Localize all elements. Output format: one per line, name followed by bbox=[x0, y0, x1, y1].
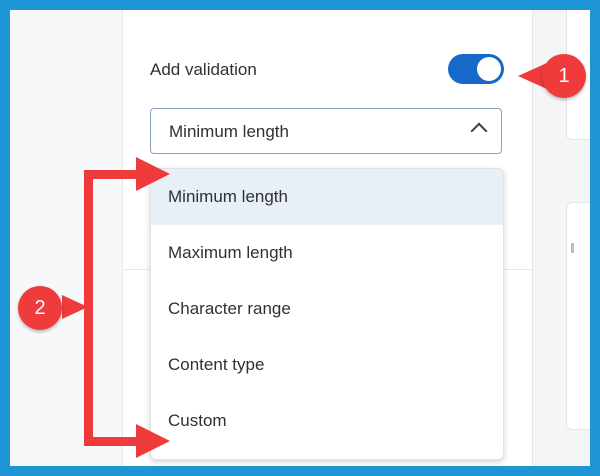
screenshot-frame: Add validation Minimum length Minimum le… bbox=[0, 0, 600, 476]
left-gutter bbox=[10, 10, 122, 466]
option-label: Character range bbox=[168, 299, 291, 318]
validation-type-menu: Minimum length Maximum length Character … bbox=[150, 168, 504, 460]
card-marker-icon bbox=[571, 243, 574, 253]
callout-2-pointer-icon bbox=[62, 295, 88, 319]
menu-option-content-type[interactable]: Content type bbox=[151, 337, 503, 393]
arrow-right-icon bbox=[136, 424, 170, 458]
arrow-right-icon bbox=[136, 157, 170, 191]
option-label: Minimum length bbox=[168, 187, 288, 206]
validation-type-select[interactable]: Minimum length bbox=[150, 108, 502, 154]
callout-1-badge: 1 bbox=[542, 54, 586, 98]
menu-option-minimum-length[interactable]: Minimum length bbox=[151, 169, 503, 225]
toggle-knob bbox=[477, 57, 501, 81]
select-value: Minimum length bbox=[169, 122, 289, 141]
menu-option-custom[interactable]: Custom bbox=[151, 393, 503, 449]
menu-option-character-range[interactable]: Character range bbox=[151, 281, 503, 337]
bracket-bottom-arm bbox=[84, 437, 142, 446]
add-validation-label: Add validation bbox=[150, 60, 257, 79]
callout-2-badge: 2 bbox=[18, 286, 62, 330]
add-validation-toggle[interactable] bbox=[448, 54, 504, 84]
menu-option-maximum-length[interactable]: Maximum length bbox=[151, 225, 503, 281]
option-label: Custom bbox=[168, 411, 227, 430]
right-card-bottom bbox=[566, 202, 590, 430]
bracket-top-arm bbox=[84, 170, 142, 179]
chevron-up-icon bbox=[470, 122, 488, 140]
option-label: Maximum length bbox=[168, 243, 293, 262]
option-label: Content type bbox=[168, 355, 265, 374]
